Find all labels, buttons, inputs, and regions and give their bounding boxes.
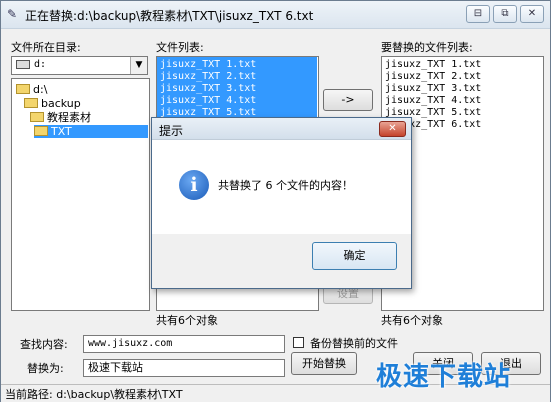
drive-value: d:	[34, 59, 47, 70]
list-item[interactable]: jisuxz_TXT 2.txt	[160, 71, 256, 83]
window-title: 正在替换:d:\backup\教程素材\TXT\jisuxz_TXT 6.txt	[25, 9, 314, 23]
drive-select[interactable]: d: ▼	[11, 56, 148, 75]
tree-item-label: d:\	[33, 83, 48, 96]
app-icon: ✎	[7, 7, 18, 21]
watermark-logo: 极速下载站	[376, 362, 512, 392]
list-item[interactable]: jisuxz_TXT 4.txt	[385, 95, 481, 107]
find-input[interactable]: www.jisuxz.com	[83, 335, 285, 353]
list-item[interactable]: jisuxz_TXT 2.txt	[385, 71, 481, 83]
tree-item-materials[interactable]: 教程素材	[30, 111, 91, 124]
maximize-button[interactable]: ⧉	[493, 5, 517, 23]
dialog-message: 共替换了 6 个文件的内容！	[218, 179, 353, 192]
window-controls: ⊟ ⧉ ✕	[466, 5, 544, 23]
dialog-body: i 共替换了 6 个文件的内容！	[152, 140, 411, 234]
directory-tree[interactable]: d:\ backup 教程素材 TXT	[11, 78, 150, 311]
add-to-list-button[interactable]: ->	[323, 89, 373, 111]
backup-checkbox[interactable]	[293, 337, 304, 348]
title-bar: ✎ 正在替换:d:\backup\教程素材\TXT\jisuxz_TXT 6.t…	[1, 1, 550, 29]
folder-open-icon	[30, 112, 44, 122]
replace-input[interactable]: 极速下载站	[83, 359, 285, 377]
replace-label: 替换为:	[27, 362, 64, 375]
chevron-down-icon[interactable]: ▼	[130, 57, 147, 74]
minimize-button[interactable]: ⊟	[466, 5, 490, 23]
folder-open-icon	[16, 84, 30, 94]
list-item[interactable]: jisuxz_TXT 3.txt	[385, 83, 481, 95]
directory-heading: 文件所在目录:	[11, 41, 81, 54]
tree-item-label: backup	[41, 97, 81, 110]
folder-open-icon	[34, 126, 48, 136]
current-path: 当前路径: d:\backup\教程素材\TXT	[5, 388, 183, 401]
message-dialog: 提示 ✕ i 共替换了 6 个文件的内容！ 确定	[151, 117, 412, 289]
ok-button[interactable]: 确定	[312, 242, 397, 270]
dialog-title: 提示	[159, 124, 184, 138]
folder-open-icon	[24, 98, 38, 108]
list-item[interactable]: jisuxz_TXT 4.txt	[160, 95, 256, 107]
list-item[interactable]: jisuxz_TXT 3.txt	[160, 83, 256, 95]
tree-item-label: 教程素材	[47, 111, 91, 124]
start-replace-button[interactable]: 开始替换	[291, 352, 357, 375]
tree-item-label: TXT	[51, 125, 72, 138]
tree-item-backup[interactable]: backup	[24, 97, 81, 110]
tree-item-txt[interactable]: TXT	[34, 125, 148, 138]
replace-list-heading: 要替换的文件列表:	[381, 41, 473, 54]
close-button[interactable]: ✕	[520, 5, 544, 23]
tree-item-root[interactable]: d:\	[16, 83, 47, 96]
replace-file-count: 共有6个对象	[381, 314, 443, 327]
file-list-heading: 文件列表:	[156, 41, 204, 54]
file-count: 共有6个对象	[156, 314, 218, 327]
list-item[interactable]: jisuxz_TXT 1.txt	[160, 59, 256, 71]
dialog-close-button[interactable]: ✕	[379, 121, 406, 137]
info-icon: i	[179, 170, 209, 200]
find-label: 查找内容:	[20, 338, 68, 351]
backup-checkbox-label: 备份替换前的文件	[310, 337, 398, 350]
drive-icon	[16, 60, 30, 69]
main-window: ✎ 正在替换:d:\backup\教程素材\TXT\jisuxz_TXT 6.t…	[0, 0, 551, 402]
list-item[interactable]: jisuxz_TXT 1.txt	[385, 59, 481, 71]
dialog-title-bar: 提示 ✕	[152, 118, 411, 140]
